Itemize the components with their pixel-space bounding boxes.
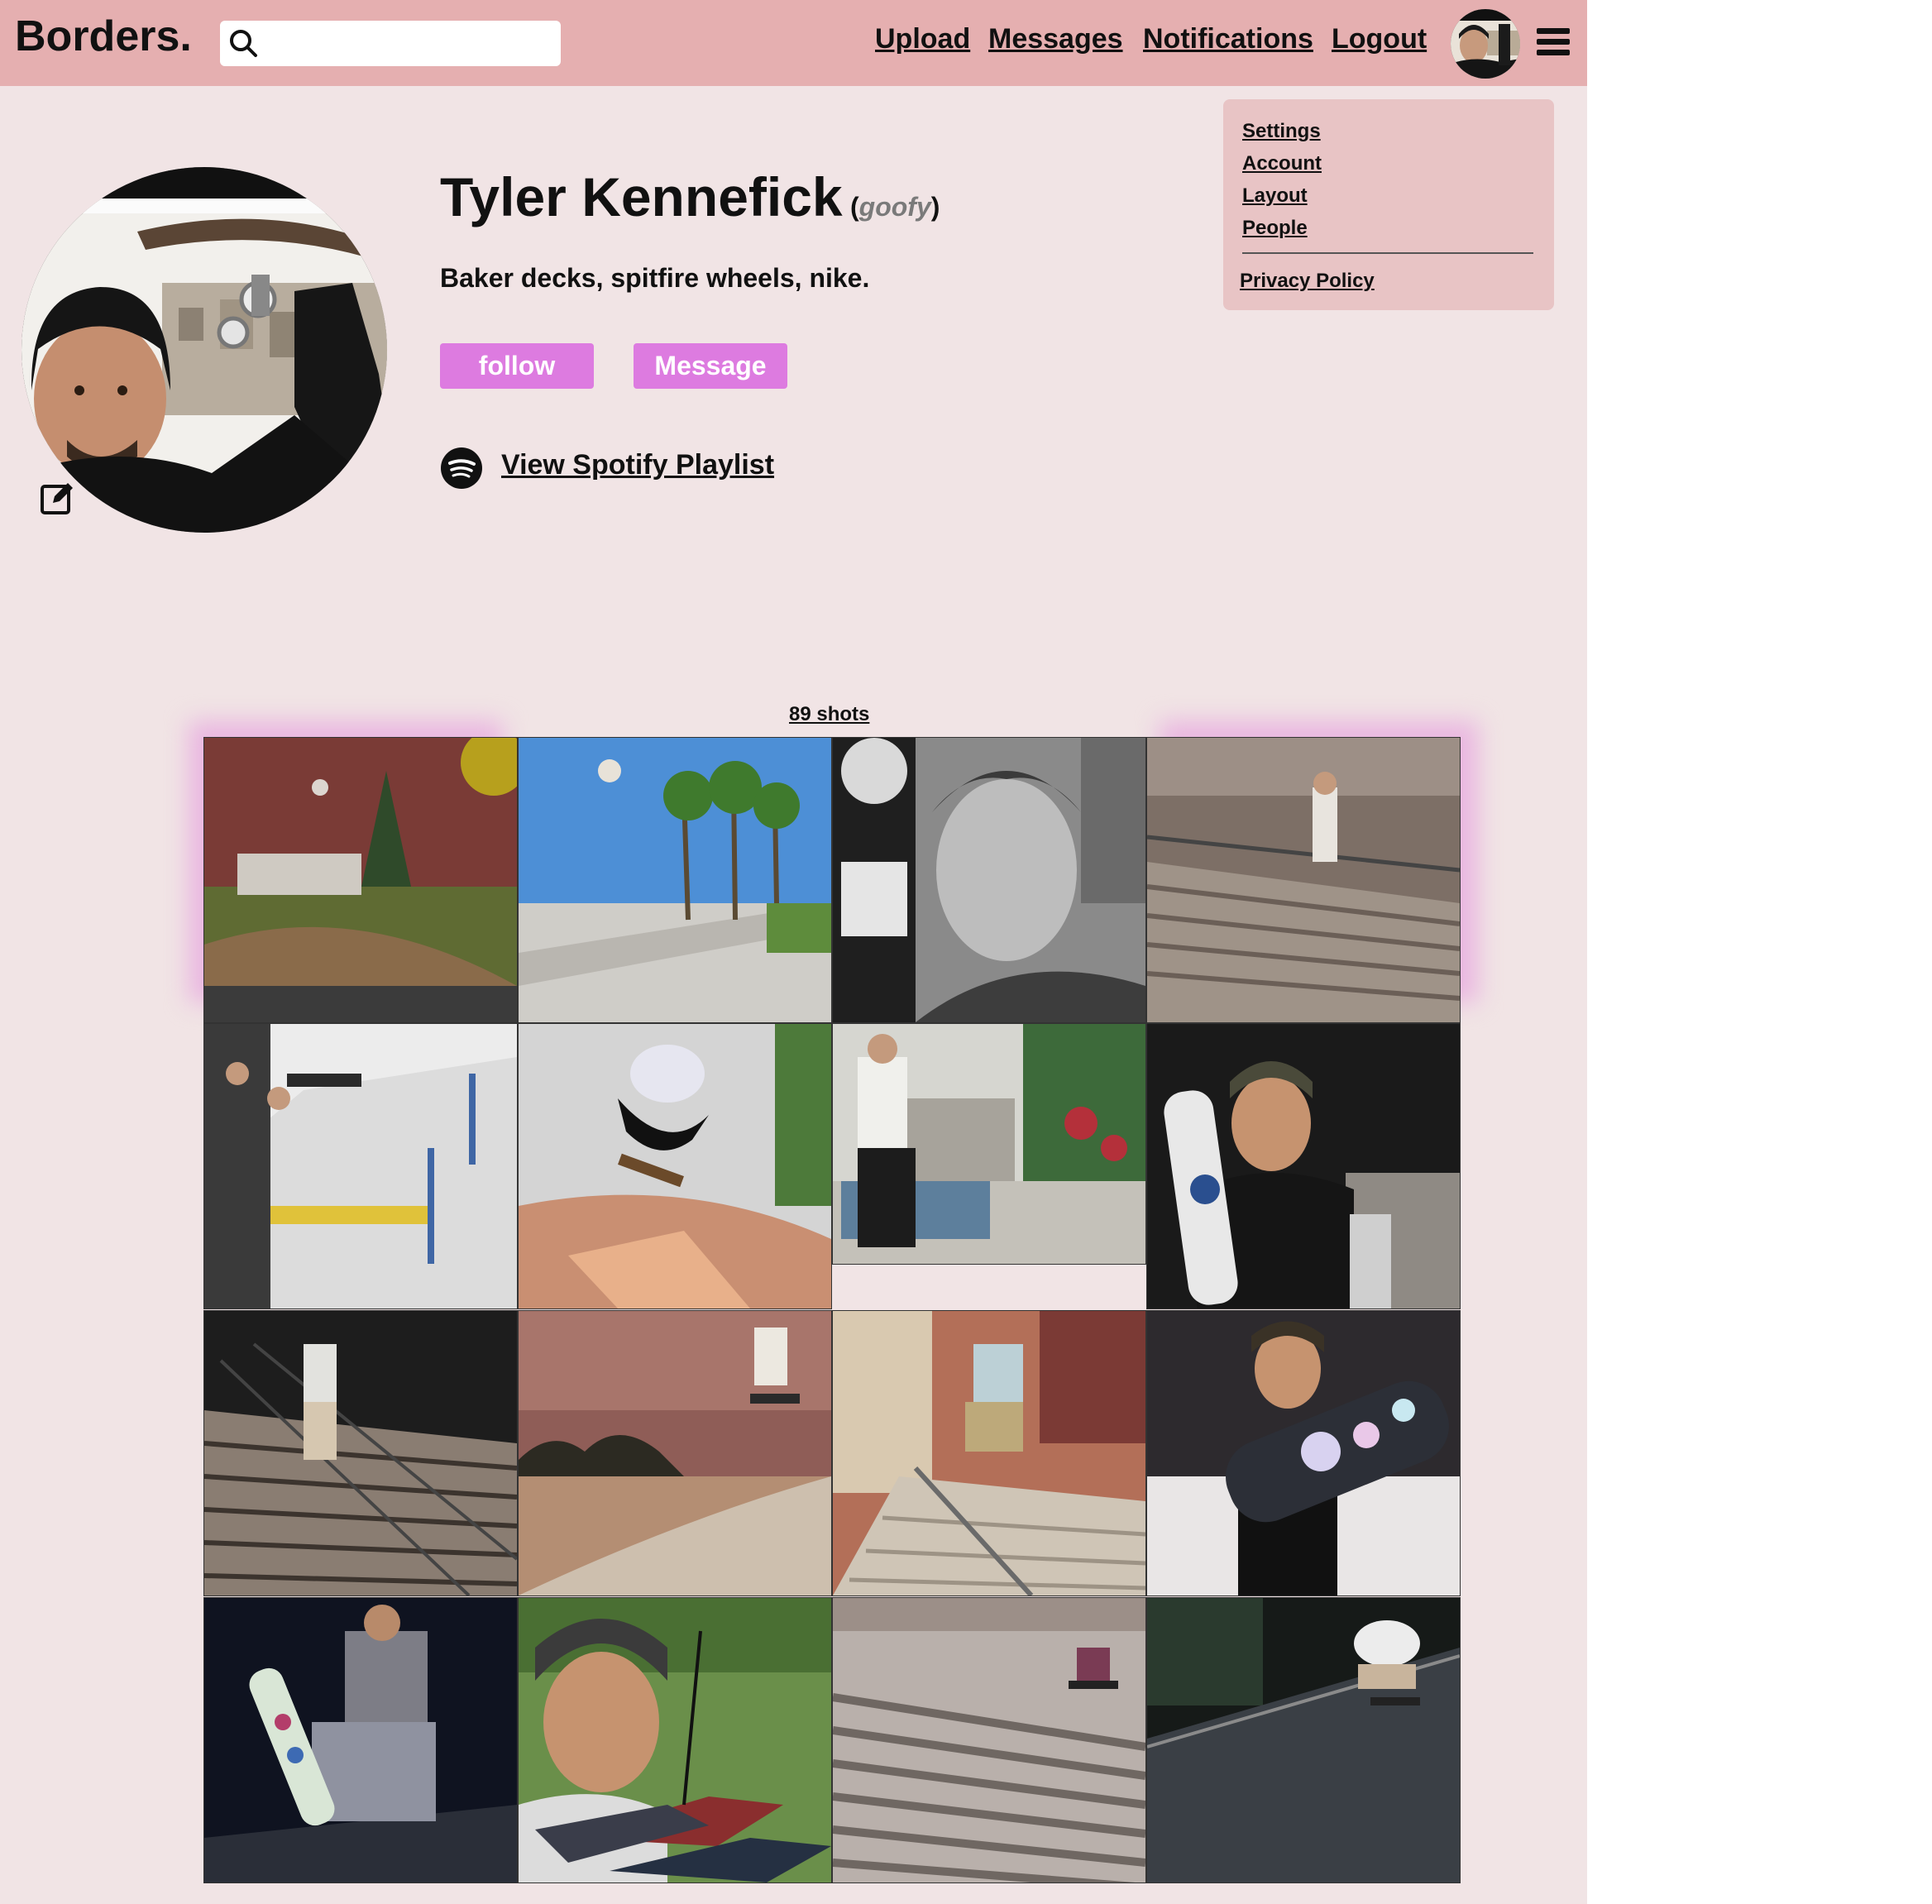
brand-logo[interactable]: Borders. [15,12,192,61]
shot-tile-15[interactable] [832,1597,1146,1883]
search-box[interactable] [220,21,561,66]
edit-photo-icon[interactable] [40,480,76,516]
message-button[interactable]: Message [634,343,787,389]
shot-tile-8[interactable] [1146,1023,1461,1309]
spotify-playlist-link[interactable]: View Spotify Playlist [501,449,774,481]
nav-logout-link[interactable]: Logout [1332,23,1427,55]
shot-tile-13[interactable] [203,1597,518,1883]
nav-messages-link[interactable]: Messages [988,23,1123,55]
search-input[interactable] [266,21,556,66]
nav-notifications-link[interactable]: Notifications [1143,23,1313,55]
profile-photo [22,167,387,533]
spotify-icon[interactable] [440,447,483,490]
shot-tile-11[interactable] [832,1310,1146,1596]
profile-stance: (goofy) [850,192,940,222]
search-icon[interactable] [225,25,261,61]
shot-tile-9[interactable] [203,1310,518,1596]
shot-tile-5[interactable] [203,1023,518,1309]
shot-tile-3[interactable] [832,737,1146,1023]
shots-grid [203,737,1461,1884]
shot-tile-2[interactable] [518,737,832,1023]
menu-item-privacy-policy[interactable]: Privacy Policy [1240,270,1375,293]
stance-open-paren: ( [850,192,859,222]
profile-username: Tyler Kennefick [440,166,843,227]
shot-tile-6[interactable] [518,1023,832,1309]
top-navbar: Borders. Upload Messages Notifications L… [0,0,1587,86]
shot-tile-1[interactable] [203,737,518,1023]
profile-bio: Baker decks, spitfire wheels, nike. [440,263,870,293]
nav-upload-link[interactable]: Upload [875,23,970,55]
shot-tile-16[interactable] [1146,1597,1461,1883]
settings-dropdown: Settings Account Layout People Privacy P… [1223,99,1554,310]
menu-item-settings[interactable]: Settings [1242,120,1321,143]
app-root: Borders. Upload Messages Notifications L… [0,0,1587,1904]
follow-button[interactable]: follow [440,343,594,389]
stance-value: goofy [858,192,931,222]
shot-tile-14[interactable] [518,1597,832,1883]
hamburger-menu-icon[interactable] [1534,22,1572,63]
menu-item-account[interactable]: Account [1242,152,1322,175]
shot-tile-7[interactable] [832,1023,1146,1265]
menu-divider [1242,252,1533,254]
shot-tile-12[interactable] [1146,1310,1461,1596]
menu-item-people[interactable]: People [1242,217,1308,240]
shot-tile-10[interactable] [518,1310,832,1596]
user-avatar[interactable] [1451,9,1520,79]
menu-item-layout[interactable]: Layout [1242,184,1308,208]
stance-close-paren: ) [930,192,940,222]
shot-tile-4[interactable] [1146,737,1461,1023]
shots-count[interactable]: 89 shots [789,703,869,726]
